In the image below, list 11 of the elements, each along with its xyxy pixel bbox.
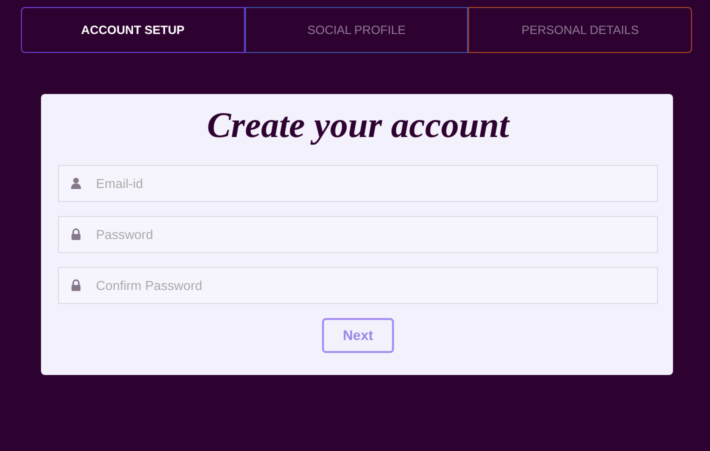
user-icon	[70, 177, 82, 190]
lock-icon	[70, 228, 82, 240]
input-field[interactable]: Email-id	[58, 165, 658, 202]
form-title: Create your account	[206, 104, 511, 147]
lock-icon	[70, 279, 82, 292]
next-button[interactable]: Next	[322, 318, 394, 354]
step-tab[interactable]: PERSONAL DETAILS	[468, 7, 692, 53]
input-field[interactable]: Confirm Password	[58, 267, 658, 304]
step-tab[interactable]: SOCIAL PROFILE	[244, 7, 468, 53]
step-tab[interactable]: ACCOUNT SETUP	[21, 7, 245, 53]
input-field[interactable]: Password	[58, 216, 658, 254]
